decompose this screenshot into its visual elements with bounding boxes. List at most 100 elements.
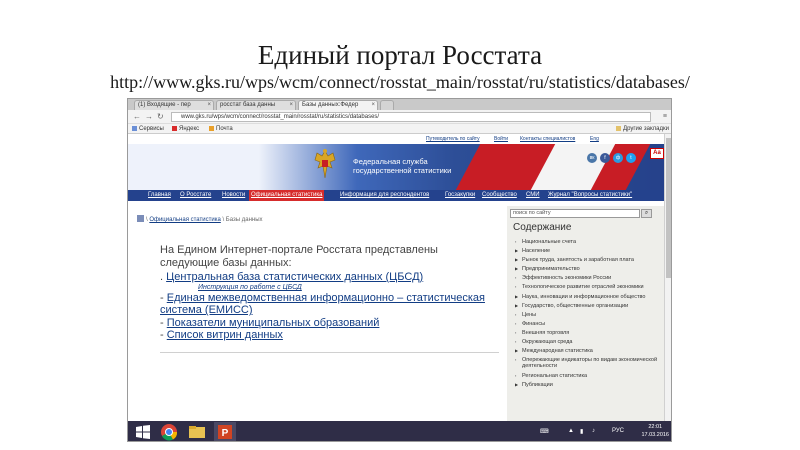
keyboard-icon[interactable]: ⌨ [540, 428, 549, 435]
tab-label: (1) Входящие - пер [138, 102, 191, 108]
volume-icon[interactable]: ♪ [592, 428, 595, 434]
reload-icon[interactable]: ↻ [157, 112, 164, 122]
sidebar-item[interactable]: Публикации [515, 382, 660, 388]
tab-label: Базы данных:Федер [302, 102, 359, 108]
folder-icon [616, 125, 622, 131]
other-bookmarks[interactable]: Другие закладки [616, 124, 669, 134]
bookmark-yandex[interactable]: Яндекс [172, 124, 199, 134]
windows-start-icon[interactable] [132, 422, 154, 442]
database-list: . Центральная база статистических данных… [160, 271, 505, 341]
sidebar-item[interactable]: Финансы [515, 321, 660, 327]
sidebar-item[interactable]: Международная статистика [515, 348, 660, 354]
sidebar-item[interactable]: Эффективность экономики России [515, 275, 660, 281]
breadcrumb-link[interactable]: Официальная статистика [149, 217, 220, 223]
list-item: . Центральная база статистических данных… [160, 271, 505, 283]
search-icon[interactable]: ⌕ [641, 209, 652, 218]
cbsd-link[interactable]: Центральная база статистических данных (… [166, 271, 423, 283]
scrollbar-thumb[interactable] [666, 138, 671, 278]
close-icon[interactable]: × [207, 101, 211, 110]
forward-arrow-icon[interactable]: → [145, 112, 153, 122]
nav-procurement[interactable]: Госзакупки [443, 190, 477, 201]
list-item: - Список витрин данных [160, 329, 505, 341]
sidebar-item[interactable]: Национальные счета [515, 239, 660, 245]
sidebar-item[interactable]: Окружающая среда [515, 339, 660, 345]
list-prefix: - [160, 292, 167, 305]
mail-icon [209, 125, 214, 131]
list-prefix: - [160, 316, 167, 329]
sidebar-item[interactable]: Государство, общественные организации [515, 303, 660, 309]
list-item: - Единая межведомственная информационно … [160, 292, 505, 316]
slide-title: Единый портал Росстата [257, 40, 543, 70]
nav-news[interactable]: Новости [220, 190, 247, 201]
sidebar-item[interactable]: Региональная статистика [515, 373, 660, 379]
language-indicator[interactable]: РУС [612, 428, 624, 434]
emiss-link[interactable]: Единая межведомственная информационно – … [160, 292, 485, 316]
agency-line-1: Федеральная служба [353, 157, 428, 166]
sidebar-item[interactable]: Внешняя торговля [515, 330, 660, 336]
facebook-icon[interactable]: f [600, 153, 610, 163]
data-marts-link[interactable]: Список витрин данных [167, 329, 283, 341]
nav-official-statistics[interactable]: Официальная статистика [249, 190, 325, 201]
twitter-icon[interactable]: t [626, 153, 636, 163]
apps-icon [132, 125, 137, 131]
contacts-link[interactable]: Контакты специалистов [520, 134, 575, 144]
login-link[interactable]: Войти [494, 134, 508, 144]
municipal-indicators-link[interactable]: Показатели муниципальных образований [167, 317, 380, 329]
chrome-icon[interactable] [158, 422, 180, 442]
nav-home[interactable]: Главная [146, 190, 173, 201]
tab-databases[interactable]: Базы данных:Федер × [298, 100, 378, 110]
contents-list: Национальные счета Население Рынок труда, … [515, 239, 660, 391]
close-icon[interactable]: × [289, 101, 293, 110]
sidebar-item[interactable]: Цены [515, 312, 660, 318]
nav-community[interactable]: Сообщество [480, 190, 519, 201]
powerpoint-icon[interactable]: P [214, 422, 236, 442]
cbsd-instructions-link[interactable]: Инструкция по работе с ЦБСД [160, 283, 505, 292]
nav-media[interactable]: СМИ [524, 190, 542, 201]
address-bar: ← → ↻ www.gks.ru/wps/wcm/connect/rosstat… [128, 110, 671, 124]
network-icon[interactable]: ▮ [580, 428, 583, 435]
intro-text: На Едином Интернет-портале Росстата пред… [160, 244, 438, 269]
sidebar-item[interactable]: Предпринимательство [515, 266, 660, 272]
notification-icon[interactable]: ▲ [568, 428, 574, 434]
home-icon[interactable] [137, 215, 144, 222]
bookmark-mail[interactable]: Почта [209, 124, 233, 134]
sidebar-item[interactable]: Население [515, 248, 660, 254]
bookmarks-bar: Сервисы Яндекс Почта Другие закладки [128, 124, 671, 134]
tab-label: росстат база данны [220, 102, 276, 108]
nav-journal[interactable]: Журнал "Вопросы статистики" [546, 190, 634, 201]
back-arrow-icon[interactable]: ← [133, 112, 141, 122]
breadcrumb: \ Официальная статистика \ Базы данных [137, 215, 263, 224]
sidebar-item[interactable]: Наука, инновации и информационное общест… [515, 294, 660, 300]
site-toplinks: Путеводитель по сайту Войти Контакты спе… [128, 134, 671, 144]
agency-line-2: государственной статистики [353, 166, 452, 175]
accessibility-button[interactable]: Aa [650, 148, 664, 159]
eng-link[interactable]: Eng [590, 134, 599, 144]
file-explorer-icon[interactable] [186, 422, 208, 442]
tab-gmail[interactable]: (1) Входящие - пер × [134, 100, 214, 110]
menu-icon[interactable]: ≡ [663, 113, 667, 120]
close-icon[interactable]: × [371, 101, 375, 110]
sitemap-link[interactable]: Путеводитель по сайту [426, 134, 480, 144]
sidebar-item[interactable]: Опережающие индикаторы по видам экономич… [515, 357, 660, 369]
sidebar-item[interactable]: Технологическое развитие отраслей эконом… [515, 284, 660, 290]
tab-strip: (1) Входящие - пер × росстат база данны × … [128, 99, 671, 110]
list-prefix: - [160, 328, 167, 341]
nav-about[interactable]: О Росстате [178, 190, 213, 201]
url-input[interactable]: www.gks.ru/wps/wcm/connect/rosstat_main/… [171, 112, 651, 122]
vk-icon[interactable]: вк [587, 153, 597, 163]
tab-search[interactable]: росстат база данны × [216, 100, 296, 110]
nav-respondents[interactable]: Информация для респондентов [338, 190, 431, 201]
bookmark-label: Яндекс [179, 126, 200, 132]
sidebar-item[interactable]: Рынок труда, занятость и заработная плат… [515, 257, 660, 263]
clock-date: 17.03.2016 [641, 432, 669, 438]
divider [160, 352, 499, 353]
scrollbar[interactable] [664, 134, 671, 425]
clock-time: 22:01 [648, 424, 663, 430]
bookmark-services[interactable]: Сервисы [132, 124, 164, 134]
livejournal-icon[interactable]: ф [613, 153, 623, 163]
search-input[interactable]: поиск по сайту [510, 209, 640, 218]
new-tab-button[interactable] [380, 100, 394, 110]
taskbar: P ⌨ ▲ ▮ ♪ РУС 22:01 17.03.2016 [128, 421, 671, 442]
clock[interactable]: 22:01 17.03.2016 [641, 423, 669, 439]
browser-screenshot: (1) Входящие - пер × росстат база данны × … [127, 98, 672, 442]
